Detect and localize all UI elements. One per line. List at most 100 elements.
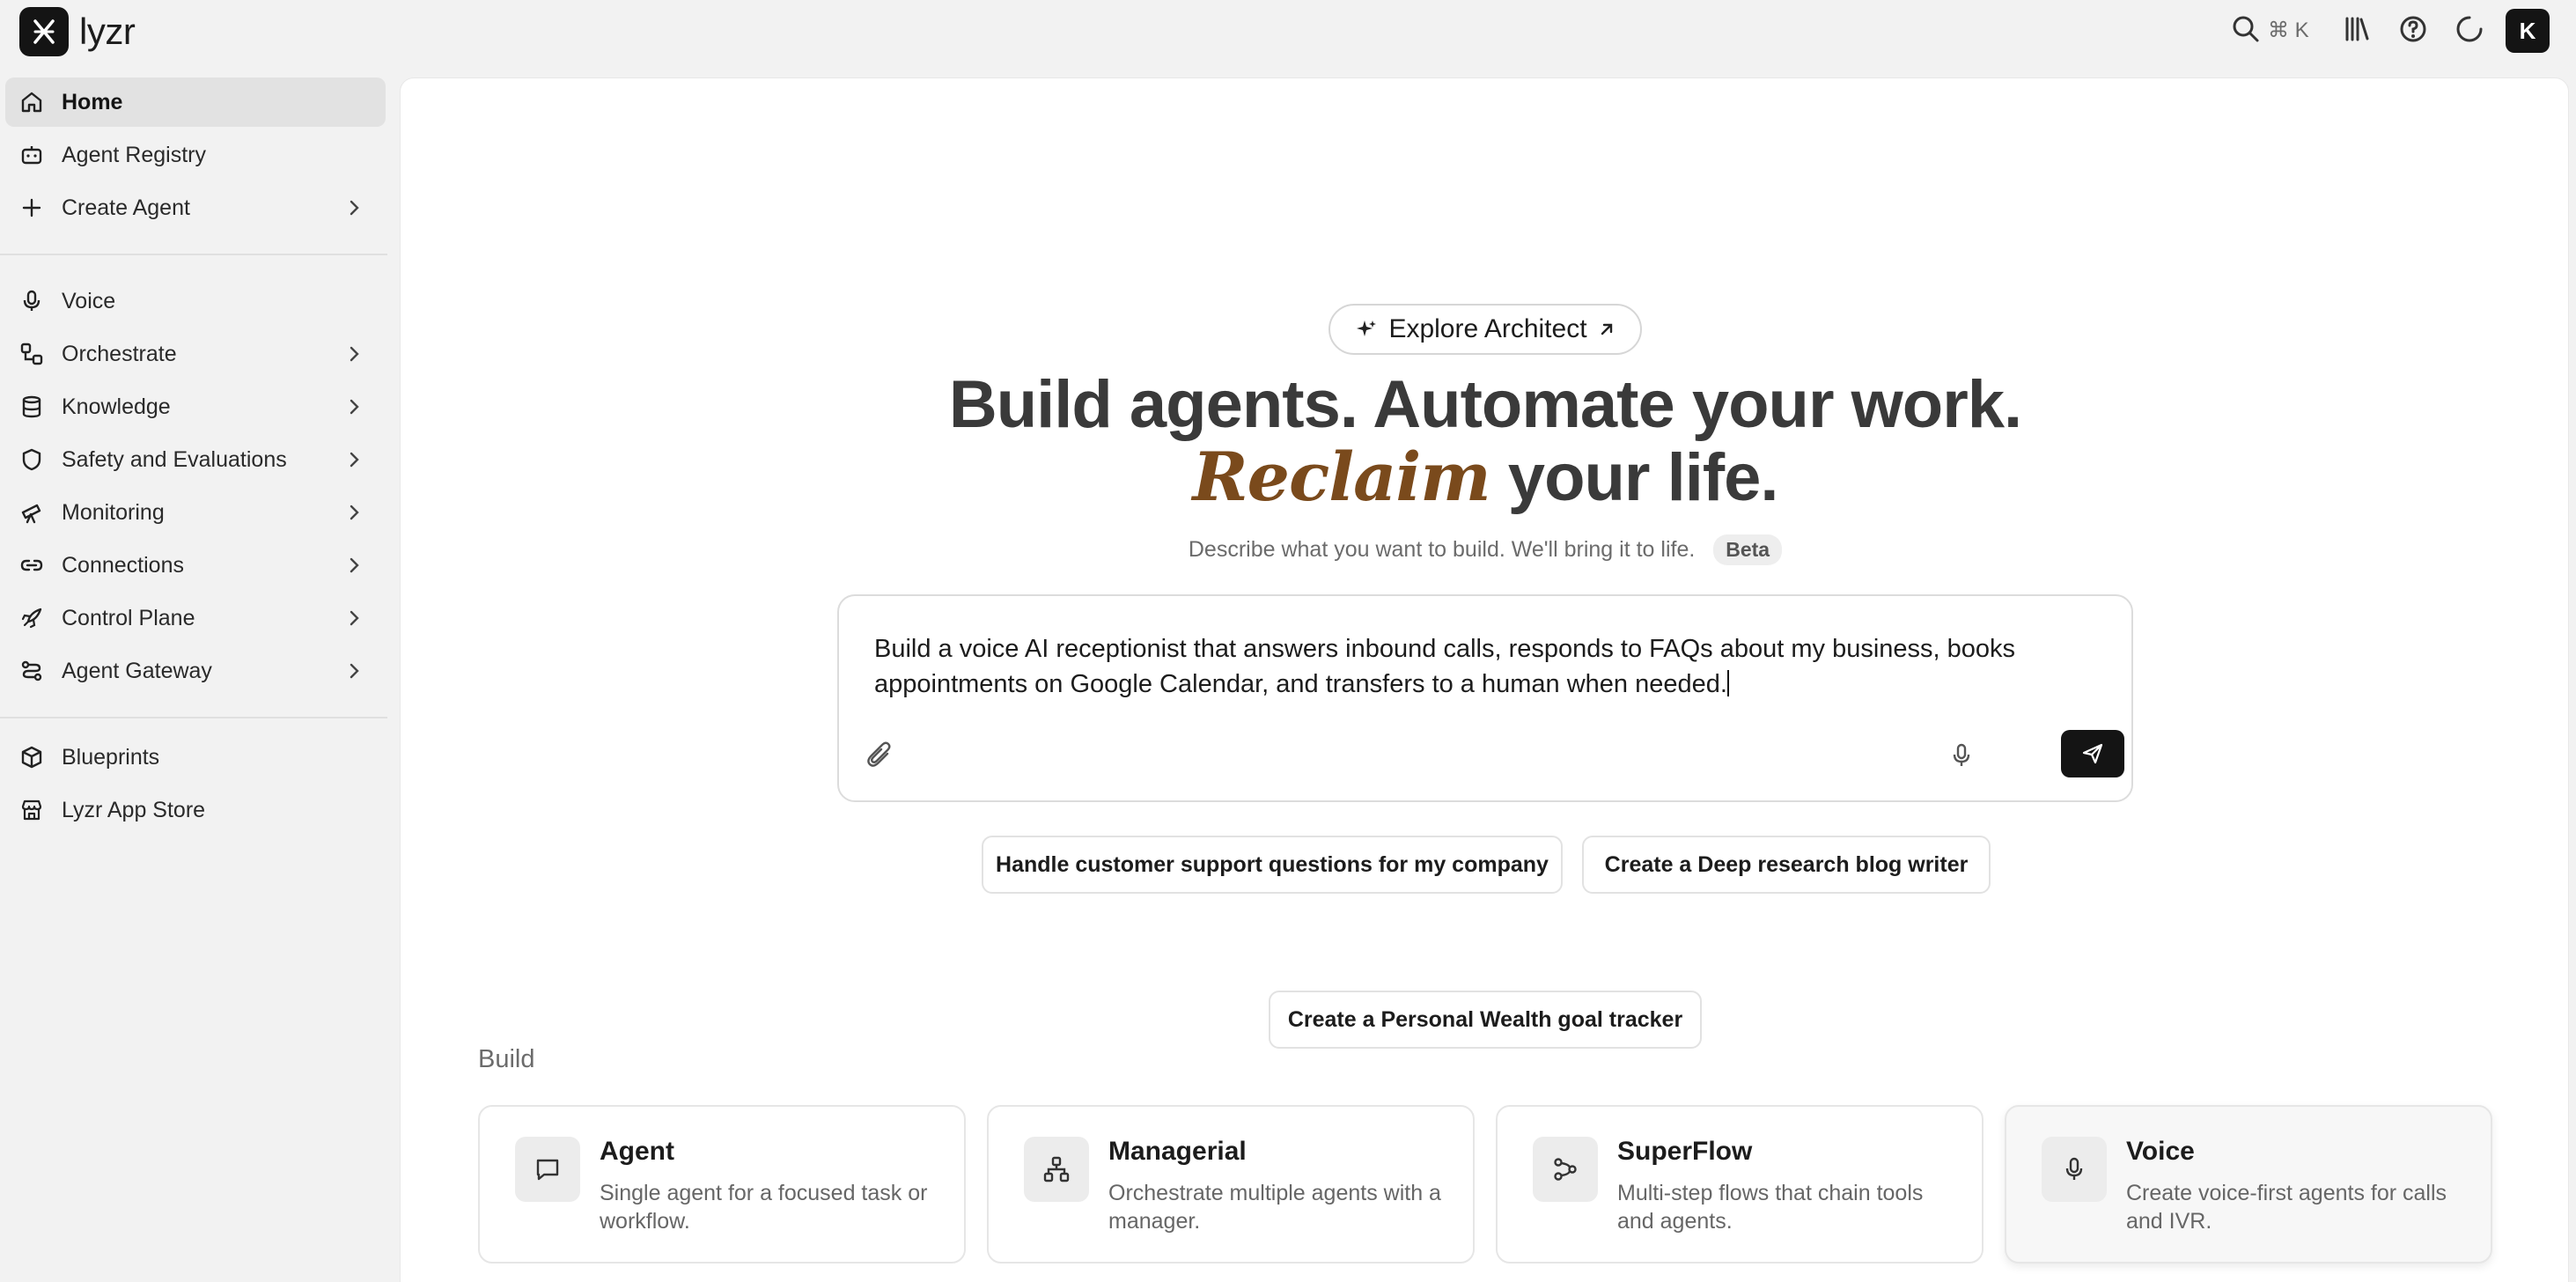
hero-line-2-rest: your life. [1507, 440, 1779, 515]
card-title: Agent [600, 1137, 674, 1166]
build-card-superflow[interactable]: SuperFlow Multi-step flows that chain to… [1496, 1105, 1984, 1264]
sidebar-divider [0, 717, 387, 718]
sidebar-item-label: Orchestrate [62, 341, 177, 366]
sidebar-item-label: Agent Registry [62, 142, 206, 167]
card-title: Voice [2126, 1137, 2195, 1166]
sidebar-item-knowledge[interactable]: Knowledge [5, 382, 386, 431]
sidebar-item-label: Create Agent [62, 195, 190, 220]
sidebar-item-agent-registry[interactable]: Agent Registry [5, 130, 386, 180]
card-description: Orchestrate multiple agents with a manag… [1108, 1181, 1441, 1234]
search-shortcut[interactable]: ⌘ K [2268, 18, 2309, 43]
sidebar-item-label: Blueprints [62, 744, 160, 770]
suggestion-chip[interactable]: Create a Personal Wealth goal tracker [1269, 991, 1702, 1049]
logo-text: lyzr [79, 11, 136, 52]
suggestion-chip[interactable]: Handle customer support questions for my… [982, 836, 1563, 894]
mic-icon [2042, 1137, 2107, 1202]
chevron-right-icon [343, 396, 364, 417]
loading-spinner-icon [2455, 14, 2484, 44]
card-description: Multi-step flows that chain tools and ag… [1617, 1181, 1924, 1234]
chevron-right-icon [343, 343, 364, 365]
text-caret [1726, 670, 1729, 696]
build-card-managerial[interactable]: Managerial Orchestrate multiple agents w… [987, 1105, 1475, 1264]
card-description: Single agent for a focused task or workf… [600, 1181, 928, 1234]
chevron-right-icon [343, 502, 364, 523]
build-card-voice[interactable]: Voice Create voice-first agents for call… [2005, 1105, 2492, 1264]
help-icon[interactable] [2398, 14, 2428, 44]
sidebar-item-safety[interactable]: Safety and Evaluations [5, 435, 386, 484]
link-icon [19, 553, 44, 578]
sidebar-item-label: Voice [62, 288, 116, 313]
chevron-right-icon [343, 608, 364, 629]
sidebar-item-create-agent[interactable]: Create Agent [5, 183, 386, 232]
database-icon [19, 394, 44, 419]
route-icon [19, 659, 44, 683]
sidebar-item-label: Home [62, 89, 123, 114]
explore-architect-label: Explore Architect [1388, 314, 1587, 343]
card-title: Managerial [1108, 1137, 1247, 1166]
telescope-icon [19, 500, 44, 525]
build-card-agent[interactable]: Agent Single agent for a focused task or… [478, 1105, 966, 1264]
sidebar-item-agent-gateway[interactable]: Agent Gateway [5, 646, 386, 696]
explore-architect-button[interactable]: Explore Architect [1328, 304, 1642, 355]
home-icon [19, 90, 44, 114]
chevron-right-icon [343, 449, 364, 470]
send-button[interactable] [2061, 730, 2124, 777]
sidebar-divider [0, 254, 387, 255]
prompt-value: Build a voice AI receptionist that answe… [874, 635, 2016, 698]
lyzr-logo-icon[interactable] [19, 7, 69, 56]
sidebar-item-label: Agent Gateway [62, 658, 212, 683]
sidebar-item-label: Control Plane [62, 605, 195, 630]
sidebar-item-control-plane[interactable]: Control Plane [5, 593, 386, 643]
main-panel: Explore Architect Build agents. Automate… [400, 77, 2569, 1282]
rocket-icon [19, 606, 44, 630]
sidebar-item-orchestrate[interactable]: Orchestrate [5, 329, 386, 379]
card-title: SuperFlow [1617, 1137, 1753, 1166]
user-avatar[interactable]: K [2506, 9, 2550, 53]
mic-icon[interactable] [1948, 742, 1975, 769]
chevron-right-icon [343, 555, 364, 576]
workflow-icon [19, 342, 44, 366]
sidebar-item-label: Monitoring [62, 499, 165, 525]
suggestion-chip[interactable]: Create a Deep research blog writer [1582, 836, 1991, 894]
hierarchy-icon [1024, 1137, 1089, 1202]
library-icon[interactable] [2342, 14, 2372, 44]
chevron-right-icon [343, 660, 364, 682]
flow-icon [1533, 1137, 1598, 1202]
sidebar-item-label: Safety and Evaluations [62, 446, 287, 472]
send-icon [2080, 741, 2105, 766]
sidebar-item-voice[interactable]: Voice [5, 276, 386, 326]
sidebar-item-label: Knowledge [62, 394, 171, 419]
mic-icon [19, 289, 44, 313]
paperclip-icon[interactable] [865, 740, 895, 770]
package-icon [19, 745, 44, 770]
arrow-up-right-icon [1598, 320, 1616, 338]
sidebar-item-app-store[interactable]: Lyzr App Store [5, 785, 386, 835]
hero-subtitle: Describe what you want to build. We'll b… [401, 534, 2570, 565]
sparkle-icon [1355, 318, 1378, 341]
sidebar-item-label: Connections [62, 552, 184, 578]
sidebar-item-connections[interactable]: Connections [5, 541, 386, 590]
sidebar-item-blueprints[interactable]: Blueprints [5, 733, 386, 782]
sidebar-item-home[interactable]: Home [5, 77, 386, 127]
bot-icon [19, 143, 44, 167]
store-icon [19, 798, 44, 822]
hero-heading: Build agents. Automate your work. Reclai… [401, 369, 2570, 514]
sidebar: Home Agent Registry Create Agent Voice O… [0, 63, 398, 1282]
shield-icon [19, 447, 44, 472]
subtitle-text: Describe what you want to build. We'll b… [1188, 537, 1696, 562]
search-icon[interactable] [2231, 14, 2261, 44]
plus-icon [19, 195, 44, 220]
sidebar-item-monitoring[interactable]: Monitoring [5, 488, 386, 537]
message-icon [515, 1137, 580, 1202]
hero-highlight: Reclaim [1192, 438, 1490, 516]
top-bar: lyzr ⌘ K K [0, 0, 2576, 63]
prompt-textarea[interactable]: Build a voice AI receptionist that answe… [874, 631, 2098, 702]
prompt-input-box[interactable]: Build a voice AI receptionist that answe… [837, 594, 2133, 802]
hero-line-1: Build agents. Automate your work. [948, 367, 2022, 442]
app-root: lyzr ⌘ K K Home Agent Registry Create Ag… [0, 0, 2576, 1282]
card-description: Create voice-first agents for calls and … [2126, 1181, 2447, 1234]
sidebar-item-label: Lyzr App Store [62, 797, 206, 822]
chevron-right-icon [343, 197, 364, 218]
beta-badge: Beta [1713, 534, 1783, 565]
build-section-title: Build [478, 1045, 535, 1073]
